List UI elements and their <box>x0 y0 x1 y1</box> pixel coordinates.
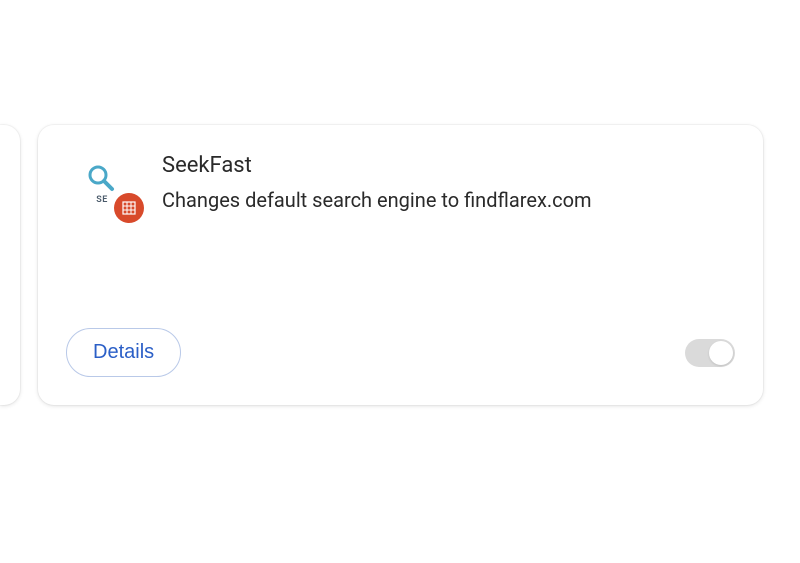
extension-description: Changes default search engine to findfla… <box>162 188 592 212</box>
enable-toggle[interactable] <box>685 339 735 367</box>
card-header: SE SeekFast Changes default search engin… <box>66 149 735 217</box>
extension-icon-label: SE <box>96 195 108 205</box>
extension-text: SeekFast Changes default search engine t… <box>162 153 592 212</box>
toggle-knob <box>709 341 733 365</box>
extension-card: SE SeekFast Changes default search engin… <box>38 125 763 405</box>
card-footer: Details <box>66 328 735 381</box>
details-button[interactable]: Details <box>66 328 181 377</box>
adjacent-card-edge <box>0 125 20 405</box>
extension-title: SeekFast <box>162 153 592 178</box>
extension-icon-wrap: SE <box>74 153 138 217</box>
enterprise-badge-icon <box>114 193 144 223</box>
